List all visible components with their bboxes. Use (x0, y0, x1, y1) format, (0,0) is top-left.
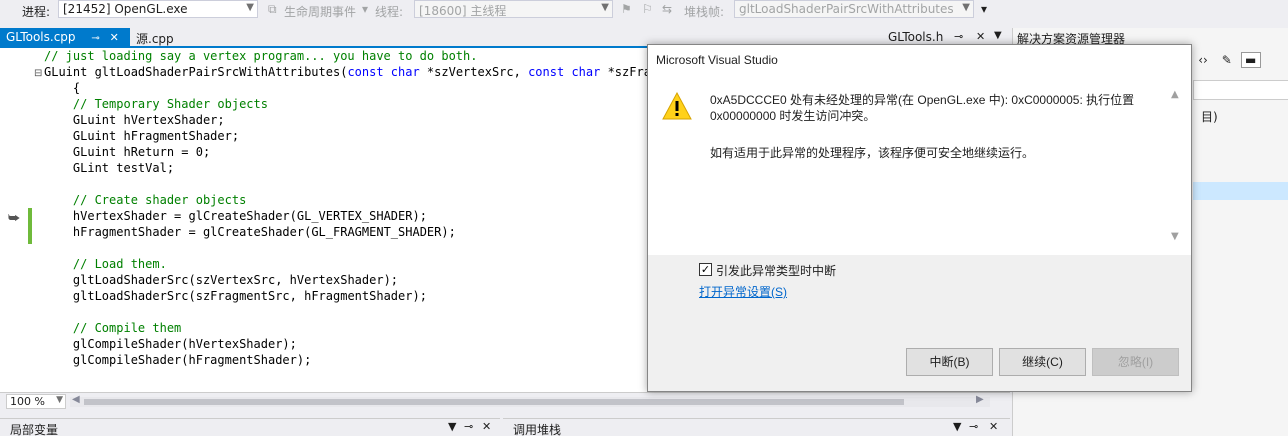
instruction-pointer-icon: ⮩ (8, 211, 21, 226)
editor-footer-bar: 100 % ▼ ◀ ▶ (0, 392, 1010, 410)
code-statement: gltLoadShaderSrc(szFragmentSrc, hFragmen… (72, 289, 427, 303)
break-on-exception-label[interactable]: 引发此异常类型时中断 (716, 262, 836, 279)
chevron-down-icon: ▼ (962, 2, 970, 13)
continue-button[interactable]: 继续(C) (999, 348, 1086, 376)
solution-search-input[interactable] (1193, 80, 1288, 100)
dialog-message-area: 0xA5DCCCE0 处有未经处理的异常(在 OpenGL.exe 中): 0x… (648, 75, 1191, 255)
exception-message: 0xA5DCCCE0 处有未经处理的异常(在 OpenGL.exe 中): 0x… (710, 92, 1170, 124)
scroll-up-icon[interactable]: ▲ (1171, 89, 1179, 100)
process-value: [21452] OpenGL.exe (63, 2, 188, 16)
scrollbar-thumb[interactable] (84, 399, 904, 405)
toolbar-overflow-icon[interactable]: ▾ (981, 2, 987, 16)
zoom-value: 100 % (10, 395, 45, 408)
chevron-down-icon: ▼ (56, 395, 63, 405)
locals-panel-header[interactable]: 局部变量 ▼ ⊸ ✕ (0, 418, 500, 436)
scroll-left-icon[interactable]: ◀ (72, 394, 80, 405)
chevron-down-icon: ▾ (362, 2, 369, 16)
exception-message-line1: 0xA5DCCCE0 处有未经处理的异常(在 OpenGL.exe 中): 0x… (710, 93, 1135, 107)
tab-gltools-h[interactable]: GLTools.h (888, 30, 943, 44)
thread-value: [18600] 主线程 (419, 4, 507, 18)
scroll-right-icon[interactable]: ▶ (976, 394, 984, 405)
chevron-down-icon[interactable]: ▼ (448, 420, 456, 433)
tab-gltools-cpp[interactable]: GLTools.cpp ⊸ ✕ (0, 28, 130, 48)
tab-label: 源.cpp (136, 32, 174, 46)
code-statement: hVertexShader = glCreateShader(GL_VERTEX… (72, 209, 427, 223)
pin-icon[interactable]: ⊸ (91, 33, 99, 44)
flag-icon[interactable]: ⚑ (621, 2, 632, 16)
code-comment: // Compile them (72, 321, 182, 335)
code-statement: gltLoadShaderSrc(szVertexSrc, hVertexSha… (72, 273, 399, 287)
tab-source-cpp[interactable]: 源.cpp (130, 28, 180, 48)
lifecycle-events-label[interactable]: 生命周期事件 (284, 3, 356, 20)
code-statement: GLuint hVertexShader; (72, 113, 225, 127)
code-statement: glCompileShader(hVertexShader); (72, 337, 297, 351)
lifecycle-events-icon[interactable]: ⧉ (268, 2, 277, 17)
exception-dialog: Microsoft Visual Studio 0xA5DCCCE0 处有未经处… (647, 44, 1192, 392)
code-statement: GLint testVal; (72, 161, 175, 175)
exception-message-line2: 0x00000000 时发生访问冲突。 (710, 109, 876, 123)
code-comment: // just loading say a vertex program... … (44, 49, 478, 63)
chevron-down-icon[interactable]: ▼ (953, 420, 961, 433)
callstack-panel-header[interactable]: 调用堆栈 ▼ ⊸ ✕ (503, 418, 1010, 436)
debug-location-toolbar: 进程: [21452] OpenGL.exe ▼ ⧉ 生命周期事件 ▾ 线程: … (0, 0, 1288, 22)
break-on-exception-checkbox[interactable]: ✓ (699, 263, 712, 276)
process-combo[interactable]: [21452] OpenGL.exe ▼ (58, 0, 258, 18)
code-comment: // Load them. (72, 257, 167, 271)
code-statement: hFragmentShader = glCreateShader(GL_FRAG… (72, 225, 456, 239)
stack-frame-combo[interactable]: gltLoadShaderPairSrcWithAttributes ▼ (734, 0, 974, 18)
code-statement: GLuint hReturn = 0; (72, 145, 211, 159)
locals-panel-title: 局部变量 (10, 423, 59, 436)
preview-icon[interactable]: ▬ (1240, 52, 1261, 68)
thread-combo[interactable]: [18600] 主线程 ▼ (414, 0, 613, 18)
close-icon[interactable]: ✕ (976, 30, 985, 43)
editor-gutter: ⮩ ⊟ (0, 48, 44, 392)
pin-icon[interactable]: ⊸ (954, 30, 963, 43)
process-label: 进程: (22, 5, 51, 19)
code-comment: // Temporary Shader objects (72, 97, 268, 111)
tab-list-dropdown-icon[interactable]: ▼ (994, 30, 1002, 41)
code-view-icon[interactable]: ‹› (1193, 53, 1213, 67)
flag-filter-icon[interactable]: ⚐ (642, 2, 653, 16)
stack-frame-label: 堆栈帧: (684, 5, 725, 19)
thread-label: 线程: (375, 5, 404, 19)
collapse-toggle-icon[interactable]: ⊟ (34, 68, 42, 79)
wrench-icon[interactable]: ✎ (1217, 53, 1237, 67)
close-icon[interactable]: ✕ (482, 420, 491, 433)
horizontal-scrollbar[interactable]: ◀ ▶ (70, 394, 990, 407)
zoom-combo[interactable]: 100 % ▼ (6, 394, 66, 409)
stack-frame-value: gltLoadShaderPairSrcWithAttributes (739, 2, 954, 16)
break-button[interactable]: 中断(B) (906, 348, 993, 376)
tree-item-fragment[interactable]: 目) (1201, 108, 1218, 125)
chevron-down-icon: ▼ (246, 2, 254, 13)
close-icon[interactable]: ✕ (989, 420, 998, 433)
open-exception-settings-link[interactable]: 打开异常设置(S) (699, 283, 787, 300)
callstack-panel-title: 调用堆栈 (513, 423, 562, 436)
pin-icon[interactable]: ⊸ (969, 420, 978, 433)
ignore-button[interactable]: 忽略(I) (1092, 348, 1179, 376)
scroll-down-icon[interactable]: ▼ (1171, 231, 1179, 242)
message-scrollbar[interactable]: ▲ ▼ (1163, 75, 1191, 255)
warning-icon (662, 92, 692, 120)
change-tracking-bar (28, 208, 32, 244)
exception-hint: 如有适用于此异常的处理程序，该程序便可安全地继续运行。 (710, 146, 1035, 160)
code-statement: GLuint hFragmentShader; (72, 129, 240, 143)
close-icon[interactable]: ✕ (110, 31, 119, 44)
code-comment: // Create shader objects (72, 193, 247, 207)
tree-selection-highlight[interactable] (1193, 182, 1288, 200)
chevron-down-icon: ▼ (601, 2, 609, 13)
dialog-title: Microsoft Visual Studio (656, 53, 778, 67)
solution-explorer-toolbar: ‹› ✎ ▬ (1193, 52, 1261, 68)
code-statement: glCompileShader(hFragmentShader); (72, 353, 312, 367)
tab-label: GLTools.cpp (6, 30, 76, 44)
pin-icon[interactable]: ⊸ (464, 420, 473, 433)
stack-frame-icon[interactable]: ⇆ (662, 2, 672, 16)
dialog-title-bar[interactable]: Microsoft Visual Studio (648, 45, 1191, 75)
code-statement: GLuint gltLoadShaderPairSrcWithAttribute… (44, 65, 666, 79)
code-statement: { (72, 81, 81, 95)
